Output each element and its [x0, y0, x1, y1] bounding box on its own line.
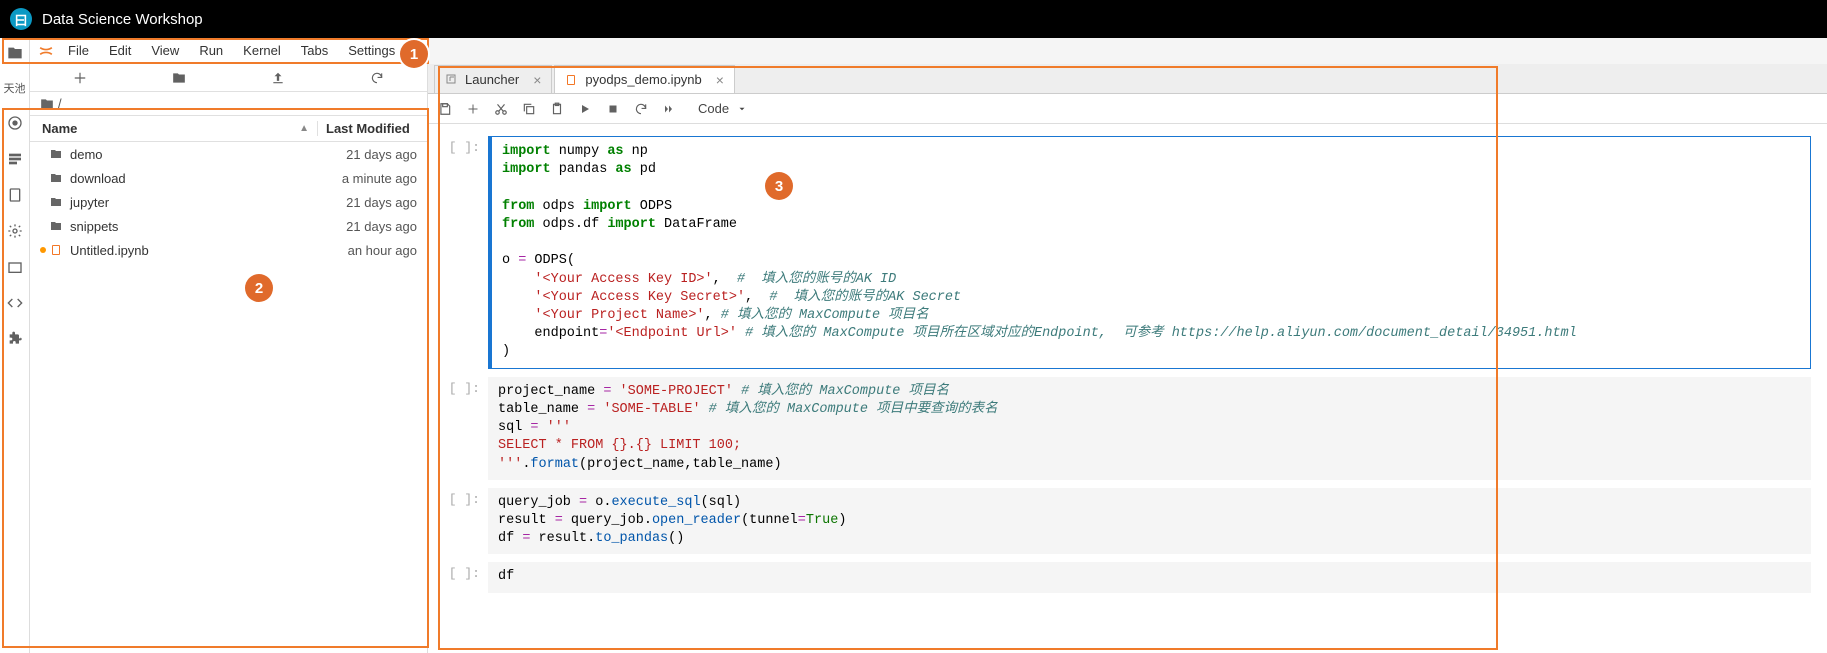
breadcrumb[interactable]: / — [30, 92, 427, 116]
file-modified: 21 days ago — [315, 219, 417, 234]
new-launcher-button[interactable] — [30, 64, 129, 91]
tab-pyodps-demo-ipynb[interactable]: pyodps_demo.ipynb × — [554, 65, 735, 93]
filelist-header: Name▲ Last Modified — [30, 116, 427, 142]
file-name: demo — [64, 147, 315, 162]
cell-source[interactable]: project_name = 'SOME-PROJECT' # 填入您的 Max… — [488, 377, 1811, 480]
notebook-icon — [565, 73, 579, 87]
callout-3: 3 — [765, 172, 793, 200]
file-modified: an hour ago — [315, 243, 417, 258]
tab-bar: Launcher × pyodps_demo.ipynb × — [428, 64, 1827, 94]
activity-label-tianchi[interactable]: 天池 — [4, 80, 26, 96]
folder-tab-icon[interactable] — [6, 44, 24, 62]
cell-source[interactable]: query_job = o.execute_sql(sql) result = … — [488, 488, 1811, 555]
insert-cell-button[interactable] — [464, 100, 482, 118]
file-name: snippets — [64, 219, 315, 234]
folder-icon — [48, 172, 64, 184]
file-name: download — [64, 171, 315, 186]
tab-label: pyodps_demo.ipynb — [585, 72, 701, 87]
folder-icon — [48, 196, 64, 208]
file-modified: 21 days ago — [315, 195, 417, 210]
close-icon[interactable]: × — [533, 72, 541, 88]
upload-button[interactable] — [229, 64, 328, 91]
refresh-button[interactable] — [328, 64, 427, 91]
cell-prompt: [ ]: — [428, 377, 488, 480]
file-modified: a minute ago — [315, 171, 417, 186]
menu-kernel[interactable]: Kernel — [233, 40, 291, 61]
chevron-down-icon — [737, 104, 747, 114]
commands-tab-icon[interactable] — [6, 150, 24, 168]
file-list: demo21 days agodownloada minute agojupyt… — [30, 142, 427, 653]
folder-icon — [48, 148, 64, 160]
menu-bar: FileEditViewRunKernelTabsSettingsHelp — [30, 38, 427, 64]
folder-icon — [48, 220, 64, 232]
extension-tab-icon[interactable] — [6, 330, 24, 348]
cell-source[interactable]: import numpy as np import pandas as pd f… — [488, 136, 1811, 369]
menu-tabs[interactable]: Tabs — [291, 40, 338, 61]
save-button[interactable] — [436, 100, 454, 118]
left-panel: FileEditViewRunKernelTabsSettingsHelp / … — [30, 38, 428, 653]
code-cell[interactable]: [ ]:query_job = o.execute_sql(sql) resul… — [428, 484, 1827, 559]
folder-icon — [40, 97, 54, 111]
cell-source[interactable]: df — [488, 562, 1811, 592]
cut-button[interactable] — [492, 100, 510, 118]
app-logo-icon: 曰 — [10, 8, 32, 30]
restart-button[interactable] — [632, 100, 650, 118]
folder-item[interactable]: snippets21 days ago — [30, 214, 427, 238]
notebook-item[interactable]: Untitled.ipynban hour ago — [30, 238, 427, 262]
tabs-tab-icon[interactable] — [6, 258, 24, 276]
menu-settings[interactable]: Settings — [338, 40, 405, 61]
folder-item[interactable]: demo21 days ago — [30, 142, 427, 166]
code-cell[interactable]: [ ]:project_name = 'SOME-PROJECT' # 填入您的… — [428, 373, 1827, 484]
close-icon[interactable]: × — [716, 72, 724, 88]
menu-view[interactable]: View — [141, 40, 189, 61]
code-tab-icon[interactable] — [6, 294, 24, 312]
file-name: jupyter — [64, 195, 315, 210]
notebook-toolbar: Code — [428, 94, 1827, 124]
filebrowser-toolbar — [30, 64, 427, 92]
file-modified: 21 days ago — [315, 147, 417, 162]
app-title: Data Science Workshop — [42, 11, 203, 28]
run-button[interactable] — [576, 100, 594, 118]
cell-prompt: [ ]: — [428, 562, 488, 592]
file-name: Untitled.ipynb — [64, 243, 315, 258]
folder-item[interactable]: downloada minute ago — [30, 166, 427, 190]
document-tab-icon[interactable] — [6, 186, 24, 204]
notebook-cells: [ ]:import numpy as np import pandas as … — [428, 124, 1827, 653]
paste-button[interactable] — [548, 100, 566, 118]
new-folder-button[interactable] — [129, 64, 228, 91]
tab-launcher[interactable]: Launcher × — [434, 65, 552, 93]
menu-run[interactable]: Run — [189, 40, 233, 61]
launcher-icon — [445, 73, 459, 87]
callout-2: 2 — [245, 274, 273, 302]
code-cell[interactable]: [ ]:df — [428, 558, 1827, 596]
folder-item[interactable]: jupyter21 days ago — [30, 190, 427, 214]
main-area: Launcher×pyodps_demo.ipynb× Code [ ]:imp… — [428, 38, 1827, 653]
tab-label: Launcher — [465, 72, 519, 87]
sort-asc-icon: ▲ — [299, 123, 309, 134]
restart-run-all-button[interactable] — [660, 100, 678, 118]
column-name[interactable]: Name▲ — [30, 121, 317, 136]
cell-prompt: [ ]: — [428, 136, 488, 369]
code-cell[interactable]: [ ]:import numpy as np import pandas as … — [428, 132, 1827, 373]
cell-prompt: [ ]: — [428, 488, 488, 555]
activity-bar: 天池 — [0, 38, 30, 653]
cell-type-select[interactable]: Code — [698, 101, 747, 116]
settings-tab-icon[interactable] — [6, 222, 24, 240]
title-bar: 曰 Data Science Workshop — [0, 0, 1827, 38]
running-indicator-icon — [40, 247, 46, 253]
stop-button[interactable] — [604, 100, 622, 118]
menu-edit[interactable]: Edit — [99, 40, 141, 61]
notebook-icon — [48, 243, 64, 257]
running-tab-icon[interactable] — [6, 114, 24, 132]
copy-button[interactable] — [520, 100, 538, 118]
menu-file[interactable]: File — [58, 40, 99, 61]
column-modified[interactable]: Last Modified — [317, 121, 427, 136]
breadcrumb-path: / — [58, 96, 62, 111]
jupyter-logo-icon — [36, 40, 56, 62]
callout-1: 1 — [400, 40, 428, 68]
